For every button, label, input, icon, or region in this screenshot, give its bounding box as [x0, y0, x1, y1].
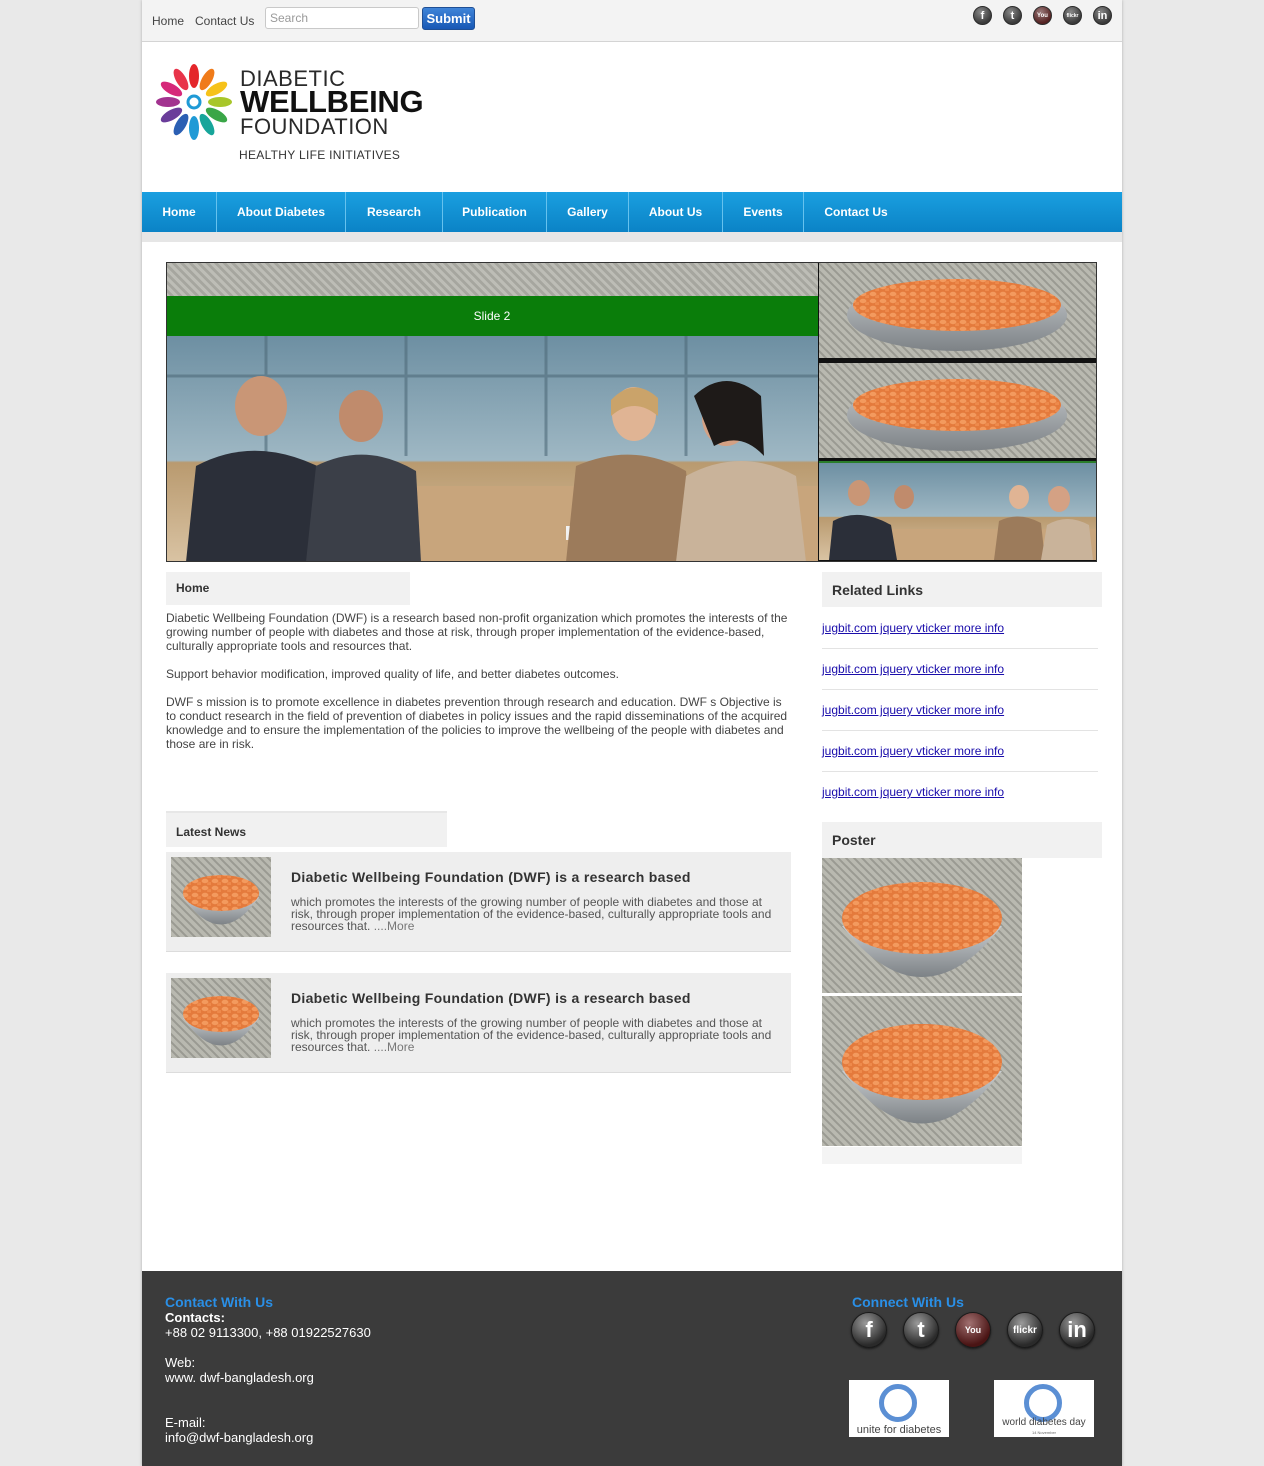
news-item: Diabetic Wellbeing Foundation (DWF) is a…	[166, 852, 791, 952]
nav-item-publication[interactable]: Publication	[443, 192, 547, 232]
slider-thumbnail-1[interactable]	[819, 263, 1096, 358]
top-bar: Home Contact Us Submit f t You flickr in	[142, 0, 1122, 42]
home-section-heading: Home	[166, 572, 410, 605]
related-link-divider	[822, 730, 1098, 731]
intro-paragraph: Diabetic Wellbeing Foundation (DWF) is a…	[166, 611, 788, 653]
news-item: Diabetic Wellbeing Foundation (DWF) is a…	[166, 973, 791, 1073]
mission-paragraph: DWF s mission is to promote excellence i…	[166, 695, 788, 751]
related-link[interactable]: jugbit.com jquery vticker more info	[822, 785, 1004, 799]
news-excerpt: which promotes the interests of the grow…	[291, 1017, 776, 1053]
nav-item-home[interactable]: Home	[142, 192, 217, 232]
news-more-link[interactable]: ....More	[374, 919, 415, 933]
slide-caption-bar: Slide 2	[166, 296, 818, 336]
facebook-icon[interactable]: f	[973, 6, 992, 25]
world-diabetes-day-badge[interactable]: world diabetes day 14 November	[994, 1380, 1094, 1437]
poster-image[interactable]	[822, 858, 1022, 993]
footer-web-link[interactable]: www. dwf-bangladesh.org	[165, 1370, 314, 1385]
news-title[interactable]: Diabetic Wellbeing Foundation (DWF) is a…	[291, 990, 691, 1006]
image-slider[interactable]: Slide 2	[166, 262, 818, 562]
page: Home Contact Us Submit f t You flickr in…	[142, 0, 1122, 1466]
footer-email-link[interactable]: info@dwf-bangladesh.org	[165, 1430, 313, 1445]
related-link-divider	[822, 771, 1098, 772]
news-title[interactable]: Diabetic Wellbeing Foundation (DWF) is a…	[291, 869, 691, 885]
youtube-icon[interactable]: You	[1033, 6, 1052, 25]
nav-item-research[interactable]: Research	[346, 192, 443, 232]
linkedin-icon[interactable]: in	[1059, 1312, 1095, 1348]
news-thumbnail-image[interactable]	[171, 978, 271, 1058]
poster-footer-strip	[822, 1147, 1022, 1164]
poster-image[interactable]	[822, 996, 1022, 1146]
related-link[interactable]: jugbit.com jquery vticker more info	[822, 744, 1004, 758]
nav-item-contact-us[interactable]: Contact Us	[804, 192, 908, 232]
main-nav: Home About Diabetes Research Publication…	[142, 192, 1122, 232]
footer-contact-heading: Contact With Us	[165, 1294, 273, 1310]
nav-item-gallery[interactable]: Gallery	[547, 192, 629, 232]
flickr-icon[interactable]: flickr	[1063, 6, 1082, 25]
slider-previous-image-edge	[166, 262, 818, 296]
news-excerpt: which promotes the interests of the grow…	[291, 896, 776, 932]
slide-image-business-meeting	[166, 336, 818, 562]
facebook-icon[interactable]: f	[851, 1312, 887, 1348]
top-link-home[interactable]: Home	[152, 14, 184, 28]
unite-for-diabetes-badge[interactable]: unite for diabetes	[849, 1380, 949, 1437]
latest-news-heading: Latest News	[166, 811, 447, 847]
slider-thumbnail-2[interactable]	[819, 363, 1096, 458]
news-excerpt-text: which promotes the interests of the grow…	[291, 1016, 772, 1054]
flickr-icon[interactable]: flickr	[1007, 1312, 1043, 1348]
related-links-heading: Related Links	[822, 572, 1102, 607]
top-link-contact-us[interactable]: Contact Us	[195, 14, 254, 28]
badge-sublabel: 14 November	[1031, 1430, 1056, 1435]
support-paragraph: Support behavior modification, improved …	[166, 667, 619, 681]
footer-email-label: E-mail:	[165, 1415, 206, 1430]
news-more-link[interactable]: ....More	[374, 1040, 415, 1054]
news-excerpt-text: which promotes the interests of the grow…	[291, 895, 772, 933]
twitter-icon[interactable]: t	[903, 1312, 939, 1348]
related-link-divider	[822, 689, 1098, 690]
logo-tagline: HEALTHY LIFE INITIATIVES	[239, 148, 401, 162]
blue-circle-icon	[879, 1384, 917, 1422]
nav-divider-strip	[142, 232, 1122, 242]
logo-flower-icon[interactable]	[154, 62, 234, 142]
footer-web-label: Web:	[165, 1355, 196, 1370]
news-thumbnail-image[interactable]	[171, 857, 271, 937]
poster-heading: Poster	[822, 822, 1102, 858]
search-submit-button[interactable]: Submit	[422, 7, 475, 30]
footer-contacts-label: Contacts:	[165, 1310, 225, 1325]
related-link[interactable]: jugbit.com jquery vticker more info	[822, 662, 1004, 676]
slider-thumbnail-3-active[interactable]	[819, 461, 1096, 560]
twitter-icon[interactable]: t	[1003, 6, 1022, 25]
linkedin-icon[interactable]: in	[1093, 6, 1112, 25]
nav-item-about-diabetes[interactable]: About Diabetes	[217, 192, 346, 232]
logo-text-foundation: FOUNDATION	[240, 114, 389, 139]
related-link[interactable]: jugbit.com jquery vticker more info	[822, 703, 1004, 717]
related-link[interactable]: jugbit.com jquery vticker more info	[822, 621, 1004, 635]
related-link-divider	[822, 648, 1098, 649]
badge-label: unite for diabetes	[856, 1424, 942, 1436]
footer-phone: +88 02 9113300, +88 01922527630	[165, 1325, 371, 1340]
youtube-icon[interactable]: You	[955, 1312, 991, 1348]
slider-thumbnails	[818, 262, 1097, 562]
nav-item-about-us[interactable]: About Us	[629, 192, 723, 232]
nav-item-events[interactable]: Events	[723, 192, 804, 232]
search-input[interactable]	[265, 7, 419, 29]
badge-label: world diabetes day	[1002, 1417, 1086, 1428]
footer-connect-heading: Connect With Us	[852, 1294, 964, 1310]
